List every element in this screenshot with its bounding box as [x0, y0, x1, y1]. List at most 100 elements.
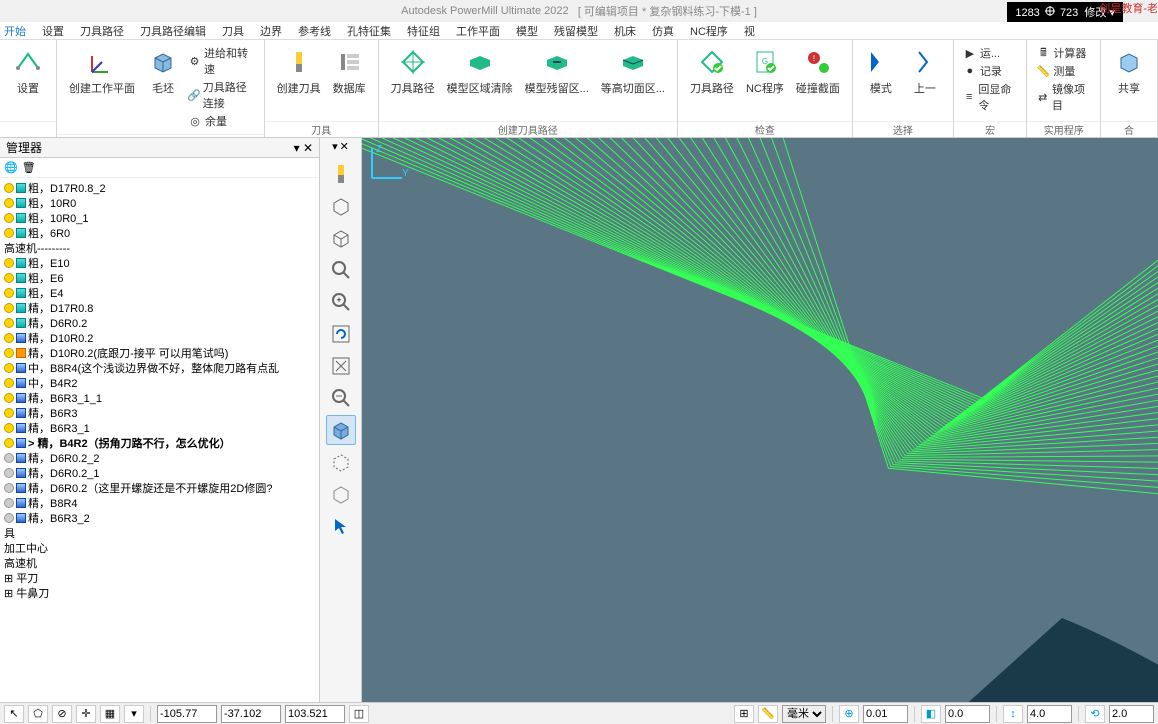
- leads-button[interactable]: ◎余量: [185, 112, 258, 130]
- refresh-button[interactable]: [326, 319, 356, 349]
- tree-item[interactable]: 粗，E10: [2, 255, 317, 270]
- sb-cube-icon[interactable]: ◫: [349, 705, 369, 723]
- globe-icon[interactable]: 🌐: [4, 161, 18, 174]
- bulb-icon[interactable]: [4, 333, 14, 343]
- menu-boundary[interactable]: 边界: [260, 23, 282, 39]
- step-input[interactable]: [1027, 705, 1072, 723]
- sb-axis-icon[interactable]: ✛: [76, 705, 96, 723]
- bulb-icon[interactable]: [4, 393, 14, 403]
- menu-machine[interactable]: 机床: [614, 23, 636, 39]
- tool-view-button[interactable]: [326, 159, 356, 189]
- tree-item[interactable]: 精，D6R0.2_2: [2, 450, 317, 465]
- menu-tool[interactable]: 刀具: [222, 23, 244, 39]
- bulb-icon[interactable]: [4, 273, 14, 283]
- bulb-icon[interactable]: [4, 513, 14, 523]
- sb-polygon-icon[interactable]: ⬠: [28, 705, 48, 723]
- bulb-icon[interactable]: [4, 468, 14, 478]
- tree-item[interactable]: ⊞ 平刀: [2, 570, 317, 585]
- collision-button[interactable]: ! 碰撞截面: [790, 44, 846, 98]
- check-toolpath-button[interactable]: 刀具路径: [684, 44, 740, 98]
- menu-stockmodel[interactable]: 残留模型: [554, 23, 598, 39]
- bulb-icon[interactable]: [4, 198, 14, 208]
- bulb-icon[interactable]: [4, 378, 14, 388]
- bulb-icon[interactable]: [4, 303, 14, 313]
- pin-icon[interactable]: ▾: [332, 140, 338, 153]
- select-button[interactable]: [326, 511, 356, 541]
- tree-item[interactable]: 精，B6R3: [2, 405, 317, 420]
- setup-button[interactable]: 设置: [6, 44, 50, 98]
- tree-item[interactable]: 粗，10R0: [2, 195, 317, 210]
- sb-stock-icon[interactable]: ◧: [921, 705, 941, 723]
- bulb-icon[interactable]: [4, 408, 14, 418]
- tree-item[interactable]: > 精，B4R2（拐角刀路不行，怎么优化）: [2, 435, 317, 450]
- sb-tangent-icon[interactable]: ⊘: [52, 705, 72, 723]
- menu-toolpath[interactable]: 刀具路径: [80, 23, 124, 39]
- tree-item[interactable]: 粗，6R0: [2, 225, 317, 240]
- bulb-icon[interactable]: [4, 363, 14, 373]
- bulb-icon[interactable]: [4, 288, 14, 298]
- constant-z-button[interactable]: 等高切面区...: [595, 44, 671, 98]
- measure-button[interactable]: 📏测量: [1033, 62, 1094, 80]
- share-button[interactable]: 共享: [1107, 44, 1151, 98]
- bulb-icon[interactable]: [4, 438, 14, 448]
- zoom-fit-button[interactable]: [326, 255, 356, 285]
- menu-toolpath-edit[interactable]: 刀具路径编辑: [140, 23, 206, 39]
- viewport[interactable]: Z Y: [362, 138, 1158, 702]
- check-nc-button[interactable]: G NC程序: [740, 44, 790, 98]
- sb-grid-icon[interactable]: ▦: [100, 705, 120, 723]
- sb-ruler-icon[interactable]: 📏: [758, 705, 778, 723]
- iso-view-button[interactable]: [326, 191, 356, 221]
- menu-feature[interactable]: 孔特征集: [347, 23, 391, 39]
- coord-x-input[interactable]: [157, 705, 217, 723]
- tree-item[interactable]: 加工中心: [2, 540, 317, 555]
- sb-cursor-icon[interactable]: ↖: [4, 705, 24, 723]
- zoom-window-button[interactable]: [326, 351, 356, 381]
- model-area-button[interactable]: 模型区域清除: [441, 44, 519, 98]
- menu-ncprogram[interactable]: NC程序: [690, 23, 728, 39]
- shaded-button[interactable]: [326, 415, 356, 445]
- tree-item[interactable]: 精，B6R3_1_1: [2, 390, 317, 405]
- tree-item[interactable]: 中，B8R4(这个浅谈边界做不好，整体爬刀路有点乱: [2, 360, 317, 375]
- sb-step-icon[interactable]: ↕: [1003, 705, 1023, 723]
- mode-button[interactable]: 模式: [859, 44, 903, 98]
- menu-start[interactable]: 开始: [4, 23, 26, 39]
- close-icon[interactable]: ✕: [303, 141, 313, 155]
- database-button[interactable]: 数据库: [327, 44, 372, 98]
- mirror-button[interactable]: ⇄镜像项目: [1033, 80, 1094, 114]
- tree-item[interactable]: 精，D17R0.8: [2, 300, 317, 315]
- run-button[interactable]: ▶运...: [960, 44, 1021, 62]
- menu-settings[interactable]: 设置: [42, 23, 64, 39]
- zoom-button[interactable]: +: [326, 287, 356, 317]
- create-tool-button[interactable]: 创建刀具: [271, 44, 327, 98]
- tree-item[interactable]: 具: [2, 525, 317, 540]
- menu-view[interactable]: 视: [744, 23, 755, 39]
- menu-workplane[interactable]: 工作平面: [456, 23, 500, 39]
- bulb-icon[interactable]: [4, 213, 14, 223]
- bulb-icon[interactable]: [4, 498, 14, 508]
- tree-item[interactable]: 高速机: [2, 555, 317, 570]
- hidden-line-button[interactable]: [326, 447, 356, 477]
- tree-item[interactable]: 粗，E6: [2, 270, 317, 285]
- tree-item[interactable]: 中，B4R2: [2, 375, 317, 390]
- tree-item[interactable]: ⊞ 牛鼻刀: [2, 585, 317, 600]
- prev-button[interactable]: 上一: [903, 44, 947, 98]
- block-button[interactable]: 毛坯: [141, 44, 185, 98]
- bulb-icon[interactable]: [4, 228, 14, 238]
- toolpath-button[interactable]: 刀具路径: [385, 44, 441, 98]
- tree-item[interactable]: 粗，10R0_1: [2, 210, 317, 225]
- tree-item[interactable]: 精，D10R0.2: [2, 330, 317, 345]
- bulb-icon[interactable]: [4, 258, 14, 268]
- sb-other-icon[interactable]: ⟲: [1085, 705, 1105, 723]
- bulb-icon[interactable]: [4, 423, 14, 433]
- menu-simulate[interactable]: 仿真: [652, 23, 674, 39]
- bulb-icon[interactable]: [4, 318, 14, 328]
- stock-input[interactable]: [945, 705, 990, 723]
- menu-model[interactable]: 模型: [516, 23, 538, 39]
- unit-select[interactable]: 毫米: [782, 705, 826, 723]
- menu-featuregroup[interactable]: 特征组: [407, 23, 440, 39]
- tree-item[interactable]: 精，B6R3_2: [2, 510, 317, 525]
- model-rest-button[interactable]: 模型残留区...: [519, 44, 595, 98]
- tree-item[interactable]: 精，D6R0.2（这里开螺旋还是不开螺旋用2D修圆?: [2, 480, 317, 495]
- tolerance-input[interactable]: [863, 705, 908, 723]
- coord-z-input[interactable]: [285, 705, 345, 723]
